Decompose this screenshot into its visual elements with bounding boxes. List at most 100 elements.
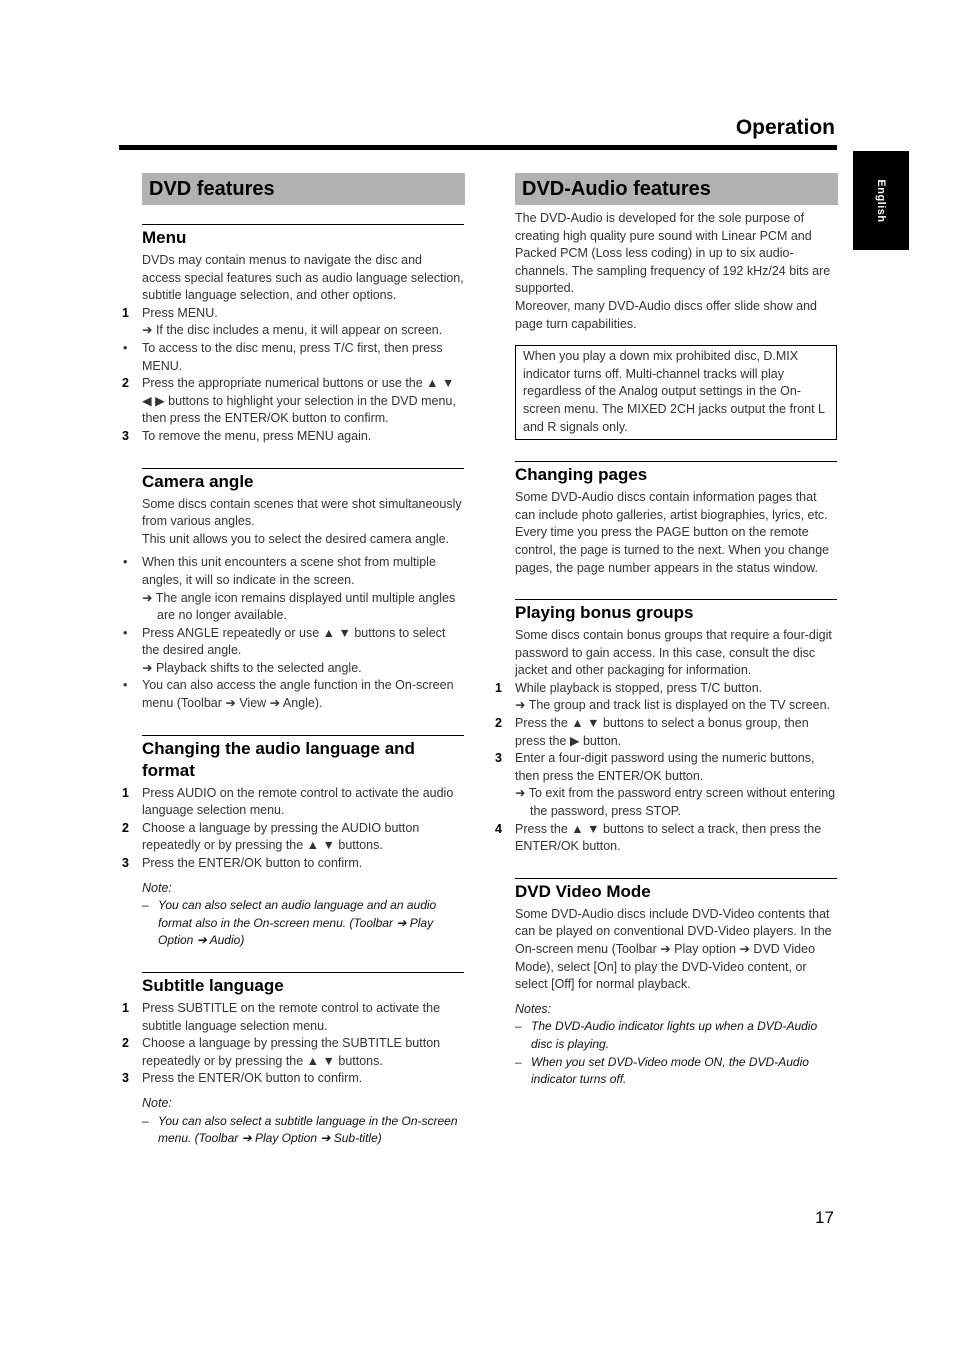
list-item: 3 Enter a four-digit password using the n… bbox=[495, 750, 837, 785]
note-text: You can also select a subtitle language … bbox=[158, 1113, 458, 1146]
right-column: DVD-Audio features The DVD-Audio is deve… bbox=[495, 173, 838, 1089]
list-item: 3 To remove the menu, press MENU again. bbox=[122, 428, 464, 446]
list-item: ➜ The group and track list is displayed … bbox=[515, 698, 831, 713]
step-text: Choose a language by pressing the SUBTIT… bbox=[142, 1036, 441, 1068]
step-number: 3 bbox=[122, 1071, 129, 1086]
note: – When you set DVD-Video mode ON, the DVD… bbox=[515, 1054, 809, 1087]
left-column: DVD features Menu DVDs may contain menus… bbox=[122, 173, 465, 1148]
page-number: 17 bbox=[815, 1208, 834, 1227]
step-number: 3 bbox=[122, 428, 129, 443]
step-text: Press the ENTER/OK button to confirm. bbox=[142, 856, 363, 871]
header-title: Operation bbox=[735, 116, 835, 139]
list-item: 1 Press AUDIO on the remote control to ac… bbox=[122, 785, 464, 820]
list-item: 2 Choose a language by pressing the SUBTI… bbox=[122, 1035, 464, 1070]
step-number: 1 bbox=[122, 305, 129, 320]
step-number: 1 bbox=[495, 680, 502, 695]
dvd-video-mode-text: Some DVD-Audio discs include DVD-Video c… bbox=[515, 906, 832, 992]
note-label: Note: bbox=[142, 1095, 172, 1110]
subtitle-language-section: Subtitle language 1 Press SUBTITLE on the… bbox=[122, 972, 464, 1148]
subtitle-language-heading: Subtitle language bbox=[142, 976, 284, 995]
step-number: 1 bbox=[122, 1001, 129, 1015]
bullet: • bbox=[123, 678, 128, 693]
changing-pages-heading: Changing pages bbox=[515, 465, 648, 485]
step-number: 2 bbox=[495, 716, 502, 731]
step-text: To access to the disc menu, press T/C fi… bbox=[142, 340, 443, 373]
step-result: ➜ If the disc includes a menu, it will a… bbox=[142, 323, 443, 338]
step-text: Press the ▲ ▼ buttons to select a bonus … bbox=[515, 716, 809, 748]
list-item: • You can also access the angle function … bbox=[123, 677, 464, 712]
list-item: 2 Press the ▲ ▼ buttons to select a bonus… bbox=[495, 715, 837, 750]
step-number: 2 bbox=[122, 376, 129, 391]
list-item: ➜ To exit from the password entry screen… bbox=[515, 786, 836, 819]
step-text: Press the appropriate numerical buttons … bbox=[142, 376, 456, 426]
note-text: When you set DVD-Video mode ON, the DVD-… bbox=[531, 1054, 809, 1087]
list-item: 3 Press the ENTER/OK button to confirm. bbox=[122, 1070, 464, 1088]
menu-heading: Menu bbox=[142, 228, 187, 247]
bonus-groups-section: Playing bonus groups Some discs contain … bbox=[495, 599, 837, 856]
step-text: Press MENU. bbox=[142, 305, 218, 320]
changing-pages-text: Some DVD-Audio discs contain information… bbox=[515, 490, 830, 575]
list-item: 1 Press SUBTITLE on the remote control to… bbox=[122, 1000, 464, 1035]
step-number: 2 bbox=[122, 1036, 129, 1051]
menu-section: Menu DVDs may contain menus to navigate … bbox=[122, 224, 464, 446]
camera-intro-1: Some discs contain scenes that were shot… bbox=[142, 496, 462, 529]
bullet: • bbox=[123, 625, 128, 640]
step-text: While playback is stopped, press T/C but… bbox=[515, 680, 763, 695]
dmix-info-text: When you play a down mix prohibited disc… bbox=[523, 349, 825, 434]
list-item: 3 Press the ENTER/OK button to confirm. bbox=[122, 855, 464, 873]
bonus-intro: Some discs contain bonus groups that req… bbox=[515, 628, 832, 678]
step-number: 4 bbox=[495, 821, 502, 836]
list-item: 4 Press the ▲ ▼ buttons to select a track… bbox=[495, 821, 837, 856]
step-text: Press SUBTITLE on the remote control to … bbox=[142, 1001, 441, 1033]
step-text: Press the ▲ ▼ buttons to select a track,… bbox=[515, 821, 822, 854]
step-text: Press AUDIO on the remote control to act… bbox=[142, 785, 454, 818]
camera-intro-2: This unit allows you to select the desir… bbox=[142, 531, 450, 546]
audio-language-heading: Changing the audio language and format bbox=[142, 738, 415, 780]
audio-language-section: Changing the audio language and format 1… bbox=[122, 734, 464, 950]
list-item: ➜ The angle icon remains displayed until… bbox=[142, 590, 456, 623]
notes-label: Notes: bbox=[515, 1001, 552, 1016]
menu-intro: DVDs may contain menus to navigate the d… bbox=[142, 253, 464, 303]
list-item: • Press ANGLE repeatedly or use ▲ ▼ butto… bbox=[123, 625, 464, 660]
note-label: Note: bbox=[142, 880, 172, 895]
note-text: You can also select an audio language an… bbox=[158, 898, 437, 948]
dvd-features-banner: DVD features bbox=[142, 173, 465, 205]
step-number: 1 bbox=[122, 785, 129, 800]
dvd-audio-intro-2: Moreover, many DVD-Audio discs offer sli… bbox=[515, 298, 817, 331]
bullet: • bbox=[123, 340, 128, 355]
note: – The DVD-Audio indicator lights up when … bbox=[515, 1019, 818, 1051]
dvd-audio-intro-1: The DVD-Audio is developed for the sole … bbox=[515, 211, 831, 296]
language-tab-label: English bbox=[875, 179, 887, 223]
dvd-audio-features-banner: DVD-Audio features bbox=[515, 173, 838, 205]
list-item: 2 Choose a language by pressing the AUDIO… bbox=[122, 820, 464, 855]
step-text: To remove the menu, press MENU again. bbox=[142, 428, 372, 443]
bonus-groups-heading: Playing bonus groups bbox=[515, 603, 694, 623]
list-item: ➜ If the disc includes a menu, it will a… bbox=[142, 322, 464, 340]
step-text: Press the ENTER/OK button to confirm. bbox=[142, 1071, 363, 1086]
step-text: Choose a language by pressing the AUDIO … bbox=[142, 820, 420, 853]
note: – You can also select an audio language a… bbox=[142, 898, 437, 948]
dvd-video-mode-section: DVD Video Mode Some DVD-Audio discs incl… bbox=[515, 877, 837, 1089]
bullet-text: Press ANGLE repeatedly or use ▲ ▼ button… bbox=[142, 625, 446, 658]
step-number: 3 bbox=[495, 751, 502, 766]
camera-angle-heading: Camera angle bbox=[142, 471, 254, 491]
list-item: 2 Press the appropriate numerical buttons… bbox=[122, 375, 464, 428]
step-number: 3 bbox=[122, 856, 129, 871]
list-item: • To access to the disc menu, press T/C f… bbox=[123, 340, 464, 375]
dmix-info-box: When you play a down mix prohibited disc… bbox=[515, 345, 837, 441]
changing-pages-section: Changing pages Some DVD-Audio discs cont… bbox=[515, 461, 837, 577]
note-text: The DVD-Audio indicator lights up when a… bbox=[531, 1019, 818, 1051]
camera-angle-section: Camera angle Some discs contain scenes t… bbox=[123, 467, 464, 713]
list-item: 1 While playback is stopped, press T/C bu… bbox=[495, 680, 837, 698]
step-number: 2 bbox=[122, 820, 129, 835]
header-rule bbox=[119, 145, 837, 150]
bullet-text: You can also access the angle function i… bbox=[142, 678, 454, 711]
bullet-text: When this unit encounters a scene shot f… bbox=[142, 555, 436, 587]
note: – You can also select a subtitle language… bbox=[142, 1113, 458, 1146]
bullet: • bbox=[123, 555, 128, 570]
step-text: Enter a four-digit password using the nu… bbox=[515, 751, 815, 783]
language-tab: English bbox=[853, 151, 909, 250]
list-item: ➜ Playback shifts to the selected angle. bbox=[142, 660, 362, 675]
list-item: • When this unit encounters a scene shot … bbox=[123, 554, 464, 589]
list-item: 1 Press MENU. bbox=[122, 305, 464, 323]
